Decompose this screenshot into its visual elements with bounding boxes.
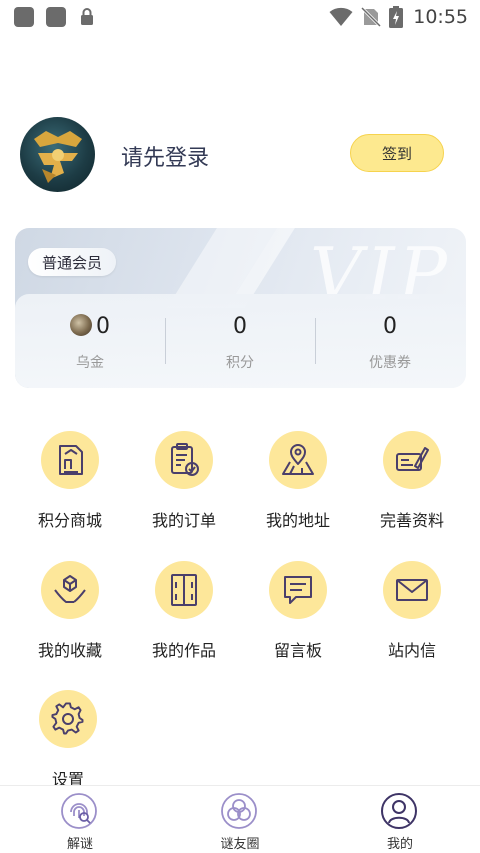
nav-label: 解谜 [66, 837, 93, 852]
grid-item-favorites[interactable]: 我的收藏 [15, 561, 125, 671]
grid-label: 站内信 [387, 641, 436, 660]
mail-icon [396, 579, 428, 601]
stat-value: 0 [383, 314, 397, 339]
status-bar: 10:55 [0, 0, 480, 34]
battery-icon [389, 6, 404, 28]
avatar[interactable] [20, 117, 95, 192]
nav-tab-circles[interactable]: 谜友圈 [180, 786, 300, 853]
orders-icon [171, 443, 199, 476]
clock: 10:55 [413, 6, 468, 28]
grid-item-edit-profile[interactable]: 完善资料 [357, 431, 467, 541]
edit-profile-icon [396, 447, 429, 471]
lock-icon [81, 8, 93, 25]
grid-label: 我的作品 [151, 641, 216, 660]
grid-item-mail[interactable]: 站内信 [357, 561, 467, 671]
points-mall-icon [59, 445, 83, 475]
vip-card: VIP 普通会员 0 乌金 0 积分 0 优惠券 [15, 228, 466, 388]
member-level-badge: 普通会员 [28, 248, 117, 276]
circles-icon [221, 793, 257, 829]
settings-icon [51, 702, 84, 735]
fingerprint-icon [61, 793, 97, 829]
grid-label: 积分商城 [37, 511, 102, 530]
profile-icon [381, 793, 417, 829]
vip-stats: 0 乌金 0 积分 0 优惠券 [15, 294, 466, 388]
grid-label: 我的收藏 [37, 641, 102, 660]
login-prompt[interactable]: 请先登录 [121, 140, 209, 172]
stat-coupons[interactable]: 0 优惠券 [315, 294, 465, 388]
grid-label: 我的订单 [151, 511, 216, 530]
grid-item-message-board[interactable]: 留言板 [243, 561, 353, 671]
nav-tab-puzzle[interactable]: 解谜 [20, 786, 140, 853]
stat-wujin[interactable]: 0 乌金 [15, 294, 165, 388]
stat-label: 优惠券 [369, 355, 411, 371]
works-icon [171, 574, 197, 606]
stat-points[interactable]: 0 积分 [165, 294, 315, 388]
logo-icon [34, 131, 82, 183]
grid-item-orders[interactable]: 我的订单 [129, 431, 239, 541]
grid-item-works[interactable]: 我的作品 [129, 561, 239, 671]
message-board-icon [284, 576, 312, 604]
notification-icon [46, 7, 66, 27]
nav-tab-profile[interactable]: 我的 [340, 786, 460, 853]
signin-button[interactable]: 签到 [350, 134, 444, 172]
wifi-icon [329, 7, 353, 26]
grid-item-points-mall[interactable]: 积分商城 [15, 431, 125, 541]
coin-icon [70, 314, 92, 336]
stat-label: 积分 [226, 355, 254, 371]
nav-label: 谜友圈 [220, 837, 260, 852]
grid-item-address[interactable]: 我的地址 [243, 431, 353, 541]
grid-label: 留言板 [273, 641, 322, 660]
grid-label: 完善资料 [379, 511, 444, 530]
bottom-nav: 解谜 谜友圈 我的 [0, 785, 480, 853]
stat-value: 0 [15, 314, 165, 339]
grid-label: 我的地址 [265, 511, 330, 530]
stat-label: 乌金 [76, 355, 104, 371]
nav-label: 我的 [386, 837, 413, 852]
stat-value: 0 [233, 314, 247, 339]
no-sim-icon [361, 7, 382, 27]
address-icon [282, 444, 314, 475]
favorites-icon [54, 575, 86, 603]
grid-item-settings[interactable]: 设置 [13, 690, 123, 800]
notification-icon [14, 7, 34, 27]
